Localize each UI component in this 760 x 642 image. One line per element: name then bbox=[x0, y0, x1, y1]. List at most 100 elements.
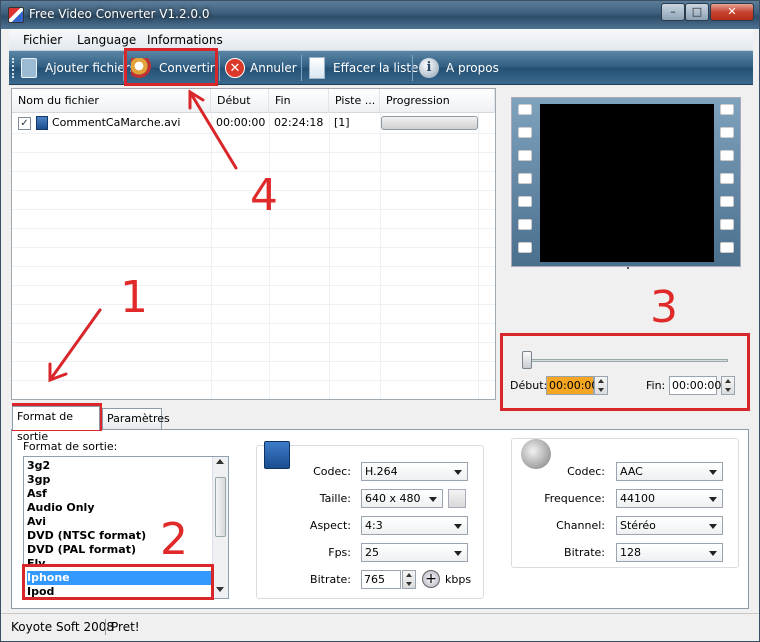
film-perforation bbox=[518, 173, 532, 184]
cancel-label: Annuler bbox=[250, 61, 297, 75]
toolbar: Ajouter fichiers Convertir ✕ Annuler Eff… bbox=[9, 51, 753, 85]
video-aspect-label: Aspect: bbox=[309, 519, 351, 532]
clear-list-button[interactable]: Effacer la liste bbox=[305, 54, 418, 82]
film-perforation bbox=[518, 196, 532, 207]
video-codec-select[interactable]: H.264 bbox=[361, 462, 468, 481]
grid-line bbox=[12, 133, 495, 134]
edit-size-icon[interactable] bbox=[448, 489, 466, 508]
column-end[interactable]: Fin bbox=[269, 89, 329, 113]
grid-line bbox=[12, 228, 495, 229]
film-perforation bbox=[720, 242, 734, 253]
grid-line bbox=[12, 152, 495, 153]
status-bar: Koyote Soft 2008 Pret! bbox=[1, 613, 759, 641]
grid-line bbox=[12, 247, 495, 248]
grid-line bbox=[380, 113, 381, 399]
scroll-up-icon[interactable] bbox=[216, 459, 224, 464]
video-bitrate-spinner[interactable] bbox=[402, 570, 416, 589]
preview-screen bbox=[540, 104, 714, 262]
film-perforation bbox=[518, 219, 532, 230]
bitrate-unit: kbps bbox=[445, 573, 472, 586]
cancel-button[interactable]: ✕ Annuler bbox=[223, 54, 299, 82]
annotation-number-4: 4 bbox=[250, 170, 278, 221]
preview-marker bbox=[627, 267, 629, 269]
toolbar-separator bbox=[301, 55, 302, 81]
add-files-button[interactable]: Ajouter fichiers bbox=[19, 54, 136, 82]
annotation-box-format bbox=[22, 564, 214, 600]
about-label: A propos bbox=[446, 61, 499, 75]
film-perforation bbox=[720, 196, 734, 207]
audio-channel-label: Channel: bbox=[556, 519, 605, 532]
audio-codec-select[interactable]: AAC bbox=[616, 462, 723, 481]
film-perforation bbox=[720, 219, 734, 230]
audio-bitrate-select[interactable]: 128 bbox=[616, 543, 723, 562]
video-file-icon bbox=[36, 116, 48, 130]
grid-line bbox=[478, 113, 479, 399]
format-option[interactable]: 3g2 bbox=[27, 459, 211, 473]
scroll-down-icon[interactable] bbox=[216, 587, 224, 592]
file-track: [1] bbox=[334, 116, 350, 129]
annotation-box-trim bbox=[500, 333, 750, 411]
audio-channel-select[interactable]: Stéréo bbox=[616, 516, 723, 535]
title-bar[interactable]: Free Video Converter V1.2.0.0 – □ ✕ bbox=[1, 1, 759, 29]
scroll-thumb[interactable] bbox=[215, 477, 226, 537]
format-option[interactable]: 3gp bbox=[27, 473, 211, 487]
menu-fichier[interactable]: Fichier bbox=[23, 33, 62, 47]
film-perforation bbox=[518, 242, 532, 253]
status-separator bbox=[105, 619, 106, 635]
clear-list-label: Effacer la liste bbox=[333, 61, 419, 75]
table-row[interactable]: ✓ CommentCaMarche.avi 00:00:00 02:24:18 … bbox=[12, 113, 495, 133]
menu-bar: Fichier Language Informations bbox=[9, 29, 753, 51]
close-button[interactable]: ✕ bbox=[710, 3, 754, 21]
grid-line bbox=[12, 323, 495, 324]
toolbar-separator bbox=[219, 55, 220, 81]
menu-informations[interactable]: Informations bbox=[147, 33, 223, 47]
column-progress[interactable]: Progression bbox=[380, 89, 495, 113]
film-perforation bbox=[518, 104, 532, 115]
status-company: Koyote Soft 2008 bbox=[11, 620, 114, 634]
video-codec-label: Codec: bbox=[313, 465, 351, 478]
grid-line bbox=[12, 342, 495, 343]
format-option[interactable]: Asf bbox=[27, 487, 211, 501]
cancel-icon: ✕ bbox=[225, 58, 245, 78]
video-bitrate-label: Bitrate: bbox=[310, 573, 351, 586]
video-aspect-select[interactable]: 4:3 bbox=[361, 516, 468, 535]
toolbar-separator bbox=[412, 55, 413, 81]
column-track[interactable]: Piste ... bbox=[329, 89, 380, 113]
toolbar-grip[interactable] bbox=[12, 58, 15, 78]
status-state: Pret! bbox=[111, 620, 140, 634]
file-list[interactable]: Nom du fichier Début Fin Piste ... Progr… bbox=[11, 88, 496, 400]
column-start[interactable]: Début bbox=[211, 89, 269, 113]
video-preview bbox=[511, 97, 741, 267]
minimize-button[interactable]: – bbox=[661, 3, 685, 21]
audio-codec-label: Codec: bbox=[567, 465, 605, 478]
column-filename[interactable]: Nom du fichier bbox=[12, 89, 211, 113]
menu-language[interactable]: Language bbox=[77, 33, 136, 47]
window-title: Free Video Converter V1.2.0.0 bbox=[29, 7, 210, 21]
annotation-number-1: 1 bbox=[120, 272, 148, 323]
video-fps-select[interactable]: 25 bbox=[361, 543, 468, 562]
tab-parameters[interactable]: Paramètres bbox=[102, 408, 170, 430]
film-perforation bbox=[720, 173, 734, 184]
film-perforation bbox=[720, 127, 734, 138]
video-bitrate-input[interactable]: 765 bbox=[361, 570, 401, 589]
video-fps-label: Fps: bbox=[328, 546, 351, 559]
audio-bitrate-label: Bitrate: bbox=[564, 546, 605, 559]
file-list-header: Nom du fichier Début Fin Piste ... Progr… bbox=[12, 89, 495, 113]
audio-frequency-label: Frequence: bbox=[544, 492, 605, 505]
format-list-scrollbar[interactable] bbox=[212, 457, 228, 598]
maximize-button[interactable]: □ bbox=[685, 3, 709, 21]
tab-output-format[interactable]: Format de sortie bbox=[12, 406, 100, 443]
file-start: 00:00:00 bbox=[216, 116, 266, 129]
video-size-select[interactable]: 640 x 480 bbox=[361, 489, 443, 508]
grid-line bbox=[12, 266, 495, 267]
grid-line bbox=[12, 285, 495, 286]
file-end: 02:24:18 bbox=[274, 116, 324, 129]
annotation-number-3: 3 bbox=[650, 282, 678, 333]
row-checkbox[interactable]: ✓ bbox=[18, 117, 31, 130]
audio-frequency-select[interactable]: 44100 bbox=[616, 489, 723, 508]
grid-line bbox=[211, 113, 212, 399]
format-option[interactable]: Audio Only bbox=[27, 501, 211, 515]
about-button[interactable]: i A propos bbox=[415, 54, 499, 82]
add-bitrate-button[interactable]: + bbox=[422, 570, 440, 588]
grid-line bbox=[269, 113, 270, 399]
